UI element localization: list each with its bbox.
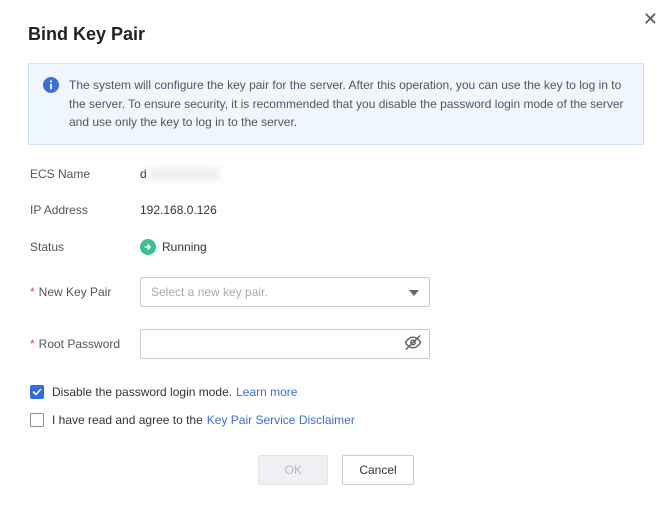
agree-checkbox[interactable] — [30, 413, 44, 427]
label-status: Status — [30, 240, 140, 254]
dialog-footer: OK Cancel — [28, 455, 644, 485]
eye-off-icon[interactable] — [404, 333, 422, 354]
label-ip-address: IP Address — [30, 203, 140, 217]
row-ip-address: IP Address 192.168.0.126 — [30, 203, 644, 217]
close-icon[interactable]: ✕ — [643, 10, 658, 28]
row-new-key-pair: New Key Pair Select a new key pair. — [30, 277, 644, 307]
info-icon — [43, 77, 59, 132]
status-text: Running — [162, 240, 207, 254]
agree-label: I have read and agree to the — [52, 413, 203, 427]
label-root-password: Root Password — [30, 337, 140, 351]
root-password-wrapper — [140, 329, 430, 359]
bind-key-pair-dialog: ✕ Bind Key Pair The system will configur… — [0, 0, 672, 509]
root-password-input[interactable] — [140, 329, 430, 359]
ecs-name-prefix: d — [140, 167, 147, 181]
ok-button[interactable]: OK — [258, 455, 328, 485]
new-key-pair-select[interactable]: Select a new key pair. — [140, 277, 430, 307]
disable-password-checkbox[interactable] — [30, 385, 44, 399]
status-running-icon — [140, 239, 156, 255]
row-ecs-name: ECS Name d — [30, 167, 644, 181]
label-ecs-name: ECS Name — [30, 167, 140, 181]
disable-password-label: Disable the password login mode. — [52, 385, 232, 399]
row-root-password: Root Password — [30, 329, 644, 359]
row-agree: I have read and agree to the Key Pair Se… — [30, 413, 644, 427]
value-status: Running — [140, 239, 207, 255]
dialog-title: Bind Key Pair — [28, 24, 644, 45]
info-banner: The system will configure the key pair f… — [28, 63, 644, 145]
ecs-name-redacted — [149, 167, 219, 181]
learn-more-link[interactable]: Learn more — [236, 385, 297, 399]
value-ip-address: 192.168.0.126 — [140, 203, 217, 217]
new-key-pair-placeholder: Select a new key pair. — [151, 285, 268, 299]
value-ecs-name: d — [140, 167, 219, 181]
cancel-button[interactable]: Cancel — [342, 455, 413, 485]
info-text: The system will configure the key pair f… — [69, 76, 629, 132]
row-status: Status Running — [30, 239, 644, 255]
chevron-down-icon — [409, 285, 419, 299]
label-new-key-pair: New Key Pair — [30, 285, 140, 299]
disclaimer-link[interactable]: Key Pair Service Disclaimer — [207, 413, 355, 427]
row-disable-password: Disable the password login mode. Learn m… — [30, 385, 644, 399]
